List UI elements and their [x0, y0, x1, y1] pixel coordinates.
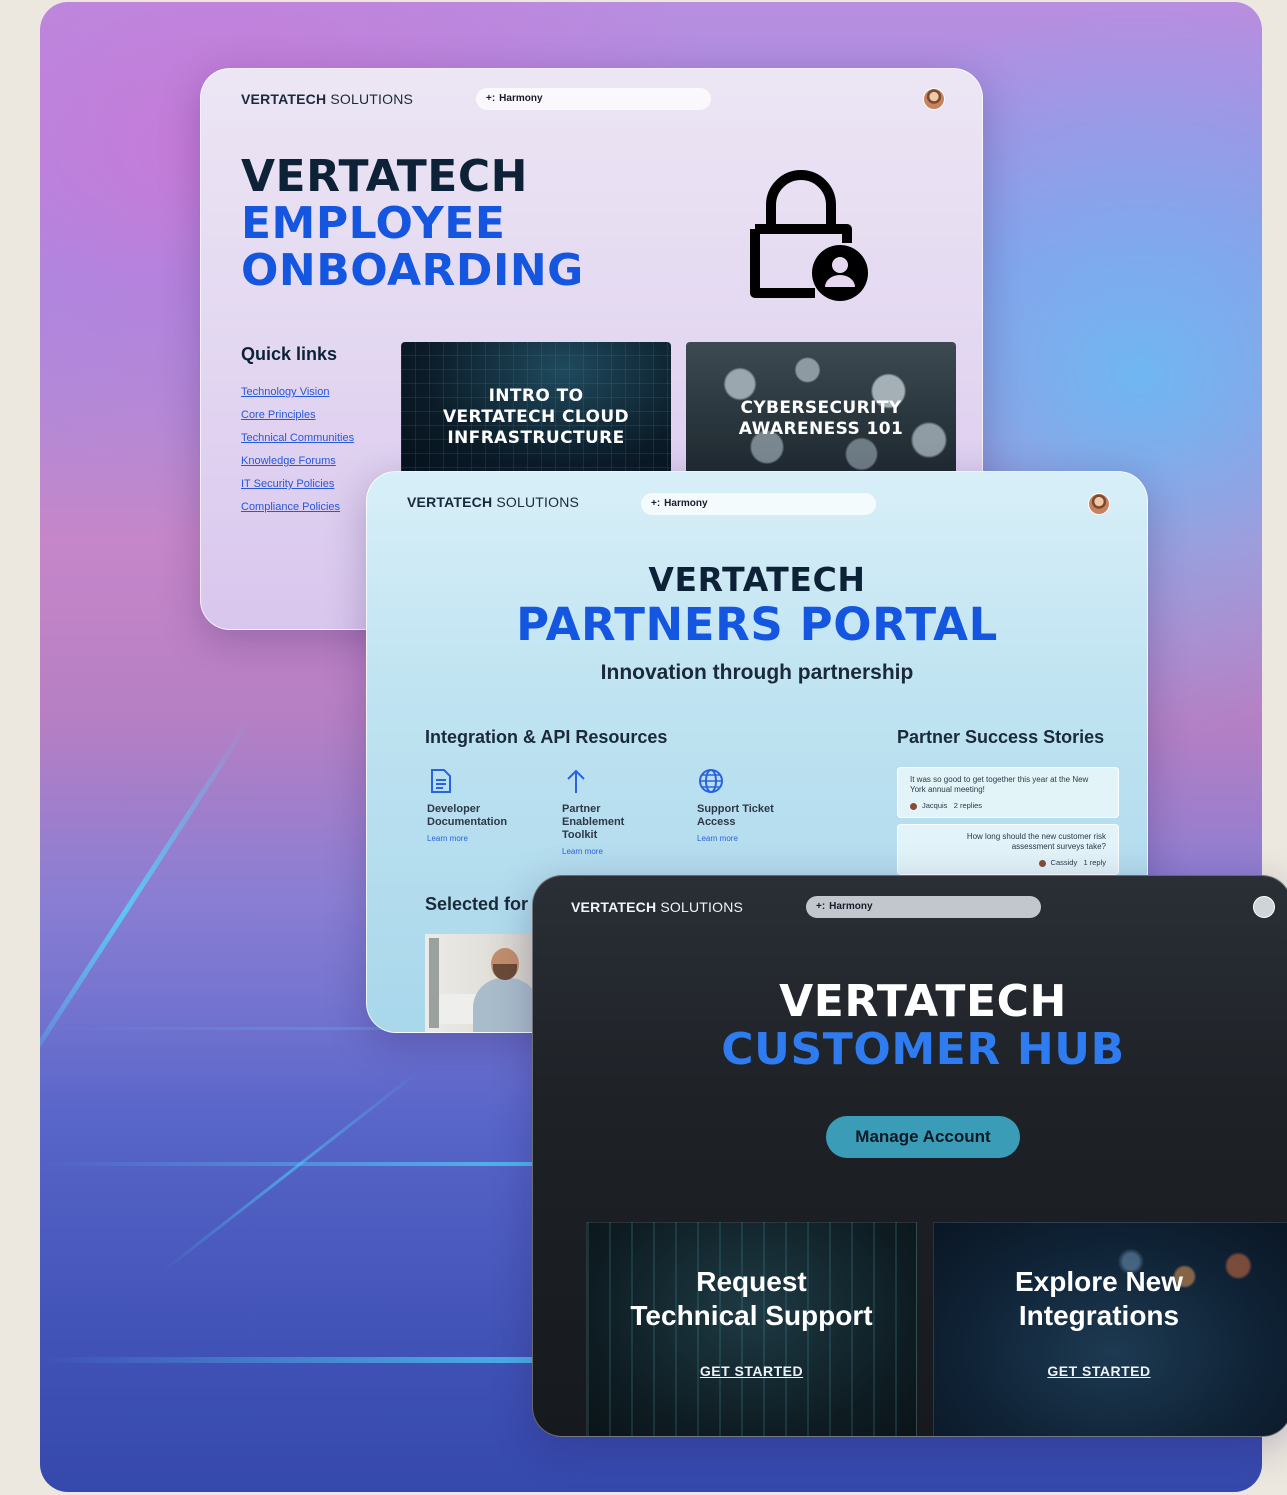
resource-label: Developer Documentation: [427, 803, 508, 828]
story-meta: Cassidy 1 reply: [910, 858, 1106, 867]
search-label: Harmony: [829, 901, 873, 912]
sparkle-icon: +:: [651, 498, 661, 509]
search-input[interactable]: +: Harmony: [806, 896, 1041, 918]
course-tile-title: INTRO TO VERTATECH CLOUD INFRASTRUCTURE: [442, 386, 630, 448]
search-input[interactable]: +: Harmony: [641, 493, 876, 515]
search-input[interactable]: +: Harmony: [476, 88, 711, 110]
page-title-line-1: VERTATECH: [648, 560, 866, 599]
integration-section-title: Integration & API Resources: [425, 727, 668, 747]
search-label: Harmony: [499, 93, 543, 104]
learn-more-link[interactable]: Learn more: [697, 834, 807, 843]
quick-links-title: Quick links: [241, 344, 338, 364]
story-card[interactable]: How long should the new customer risk as…: [897, 824, 1119, 875]
get-started-link[interactable]: GET STARTED: [934, 1363, 1264, 1379]
search-label: Harmony: [664, 498, 708, 509]
photo-window: [429, 938, 439, 1028]
request-support-card[interactable]: Request Technical Support GET STARTED: [586, 1222, 917, 1436]
arrow-up-icon: [567, 769, 585, 793]
title-line-1: VERTATECH: [241, 151, 528, 202]
story-text: It was so good to get together this year…: [910, 775, 1089, 794]
avatar: [910, 802, 917, 810]
page-title-line-2: CUSTOMER HUB: [721, 1024, 1125, 1075]
avatar[interactable]: [923, 88, 945, 110]
quick-link-knowledge-forums[interactable]: Knowledge Forums: [241, 455, 336, 467]
story-meta: Jacquis 2 replies: [910, 801, 1106, 810]
resource-developer-documentation[interactable]: Developer Documentation Learn more: [427, 767, 547, 843]
photo-person: [473, 978, 539, 1032]
resource-label: Support Ticket Access: [697, 803, 774, 828]
course-tile-cybersecurity[interactable]: CYBERSECURITY AWARENESS 101: [686, 342, 956, 482]
globe-icon: [699, 769, 723, 793]
manage-account-button[interactable]: Manage Account: [826, 1116, 1020, 1158]
get-started-link[interactable]: GET STARTED: [587, 1363, 916, 1379]
resource-support-ticket[interactable]: Support Ticket Access Learn more: [697, 767, 807, 843]
tagline: Innovation through partnership: [600, 661, 914, 684]
lock-user-icon: [750, 170, 868, 301]
course-tile-title: CYBERSECURITY AWARENESS 101: [738, 398, 904, 439]
card-title: Request Technical Support: [630, 1266, 873, 1331]
explore-integrations-card[interactable]: Explore New Integrations GET STARTED: [933, 1222, 1287, 1436]
story-replies[interactable]: 2 replies: [954, 801, 982, 810]
learn-more-link[interactable]: Learn more: [427, 834, 547, 843]
avatar[interactable]: [1088, 493, 1110, 515]
resource-label: Partner Enablement Toolkit: [562, 803, 625, 841]
avatar: [1038, 859, 1046, 867]
quick-link-core-principles[interactable]: Core Principles: [241, 409, 316, 421]
title-line-2: EMPLOYEE: [241, 198, 506, 249]
page-title: VERTATECH EMPLOYEE ONBOARDING: [241, 153, 584, 294]
title-line-3: ONBOARDING: [241, 245, 584, 296]
selected-for-you-title: Selected for y: [425, 894, 544, 914]
brand-logo[interactable]: VERTATECH SOLUTIONS: [241, 91, 413, 107]
story-author: Cassidy: [1050, 858, 1078, 867]
avatar[interactable]: [1253, 896, 1275, 918]
quick-link-compliance-policies[interactable]: Compliance Policies: [241, 501, 340, 513]
resource-partner-toolkit[interactable]: Partner Enablement Toolkit Learn more: [562, 767, 652, 856]
story-text: How long should the new customer risk as…: [966, 832, 1106, 851]
success-stories-title: Partner Success Stories: [897, 727, 1105, 747]
brand-logo[interactable]: VERTATECH SOLUTIONS: [407, 494, 579, 510]
quick-link-technology-vision[interactable]: Technology Vision: [241, 386, 329, 398]
card-title: Explore New Integrations: [1014, 1266, 1184, 1331]
quick-link-it-security-policies[interactable]: IT Security Policies: [241, 478, 334, 490]
page-title-line-1: VERTATECH: [779, 976, 1067, 1027]
learn-more-link[interactable]: Learn more: [562, 847, 652, 856]
story-replies[interactable]: 1 reply: [1083, 858, 1106, 867]
story-author: Jacquis: [922, 801, 948, 810]
sparkle-icon: +:: [486, 93, 496, 104]
course-tile-cloud[interactable]: INTRO TO VERTATECH CLOUD INFRASTRUCTURE: [401, 342, 671, 482]
brand-logo[interactable]: VERTATECH SOLUTIONS: [571, 899, 743, 915]
customer-hub-window: VERTATECH SOLUTIONS +: Harmony VERTATECH …: [532, 875, 1287, 1437]
document-icon: [431, 769, 451, 793]
page-title-line-2: PARTNERS PORTAL: [516, 598, 998, 651]
quick-link-technical-communities[interactable]: Technical Communities: [241, 432, 354, 444]
sparkle-icon: +:: [816, 901, 826, 912]
story-card[interactable]: It was so good to get together this year…: [897, 767, 1119, 818]
